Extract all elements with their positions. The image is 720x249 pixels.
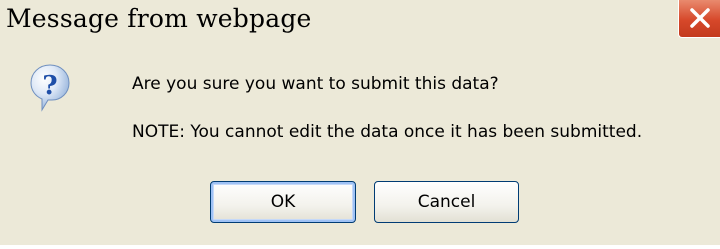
svg-text:?: ? <box>42 71 57 101</box>
dialog-bottom-edge <box>0 245 720 249</box>
question-icon: ? <box>30 64 70 112</box>
dialog-body: ? Are you sure you want to submit this d… <box>0 40 720 249</box>
close-button[interactable] <box>678 0 720 38</box>
message-dialog: Message from webpage ? Are you sure you … <box>0 0 720 249</box>
dialog-message: Are you sure you want to submit this dat… <box>132 74 499 94</box>
dialog-note: NOTE: You cannot edit the data once it h… <box>132 122 643 142</box>
dialog-title: Message from webpage <box>6 4 312 33</box>
close-x-icon <box>690 8 710 28</box>
dialog-titlebar[interactable]: Message from webpage <box>0 0 720 40</box>
cancel-button[interactable]: Cancel <box>374 181 519 223</box>
ok-button[interactable]: OK <box>210 181 356 223</box>
